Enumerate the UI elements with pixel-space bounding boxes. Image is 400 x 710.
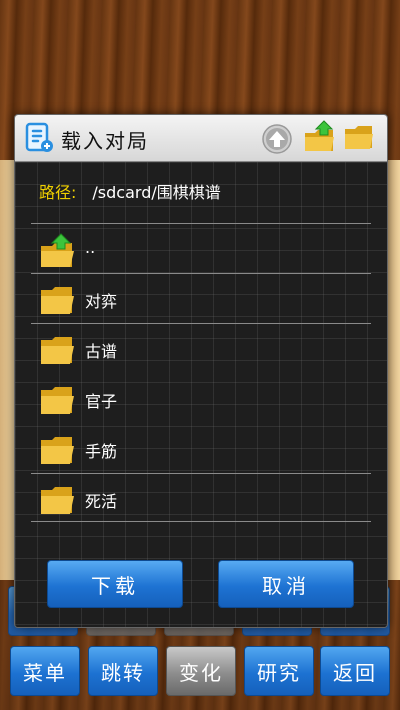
menu-button[interactable]: 菜单 — [10, 646, 80, 696]
dialog-header: 载入对局 — [15, 115, 387, 162]
list-item-folder[interactable]: 死活 — [31, 474, 371, 523]
back-button[interactable]: 返回 — [320, 646, 390, 696]
dialog-body: 路径: /sdcard/围棋棋谱 .. 对弈 古谱 官子 手筋 死活 — [15, 162, 387, 627]
dialog-title: 载入对局 — [61, 129, 149, 153]
study-button[interactable]: 研究 — [244, 646, 314, 696]
list-item-folder[interactable]: 手筋 — [31, 424, 371, 473]
list-item-label: 官子 — [85, 392, 118, 411]
list-item-label: 死活 — [85, 492, 118, 511]
folder-icon — [41, 287, 74, 314]
list-item-label: 手筋 — [85, 442, 118, 461]
list-item-label: 对弈 — [85, 292, 118, 311]
divider — [31, 521, 371, 522]
path-label: 路径: — [39, 183, 77, 202]
list-item-label: .. — [85, 238, 96, 257]
board-edge-left — [0, 160, 14, 580]
list-item-parent-folder[interactable]: .. — [31, 224, 371, 273]
path-row: 路径: /sdcard/围棋棋谱 — [39, 179, 221, 203]
up-arrow-icon[interactable] — [261, 123, 293, 155]
folder-up-icon[interactable] — [303, 119, 337, 155]
list-item-folder[interactable]: 古谱 — [31, 324, 371, 373]
bottom-toolbar: 菜单 跳转 变化 研究 返回 — [8, 646, 392, 696]
download-button[interactable]: 下载 — [47, 560, 183, 608]
load-file-icon — [25, 122, 53, 152]
folder-icon — [41, 337, 74, 364]
load-game-dialog: 载入对局 路径: /sdcard/围棋棋谱 .. 对弈 古谱 官子 手筋 死活 下… — [14, 114, 388, 628]
folder-up-icon — [41, 233, 74, 267]
path-value: /sdcard/围棋棋谱 — [92, 183, 221, 202]
jump-button[interactable]: 跳转 — [88, 646, 158, 696]
list-item-folder[interactable]: 对弈 — [31, 274, 371, 323]
folder-icon — [41, 387, 74, 414]
folder-icon — [41, 437, 74, 464]
board-edge-right — [386, 160, 400, 580]
folder-icon — [41, 487, 74, 514]
folder-open-icon[interactable] — [343, 121, 375, 153]
list-item-label: 古谱 — [85, 342, 118, 361]
variation-button[interactable]: 变化 — [166, 646, 236, 696]
cancel-button[interactable]: 取消 — [218, 560, 354, 608]
list-item-folder[interactable]: 官子 — [31, 374, 371, 423]
